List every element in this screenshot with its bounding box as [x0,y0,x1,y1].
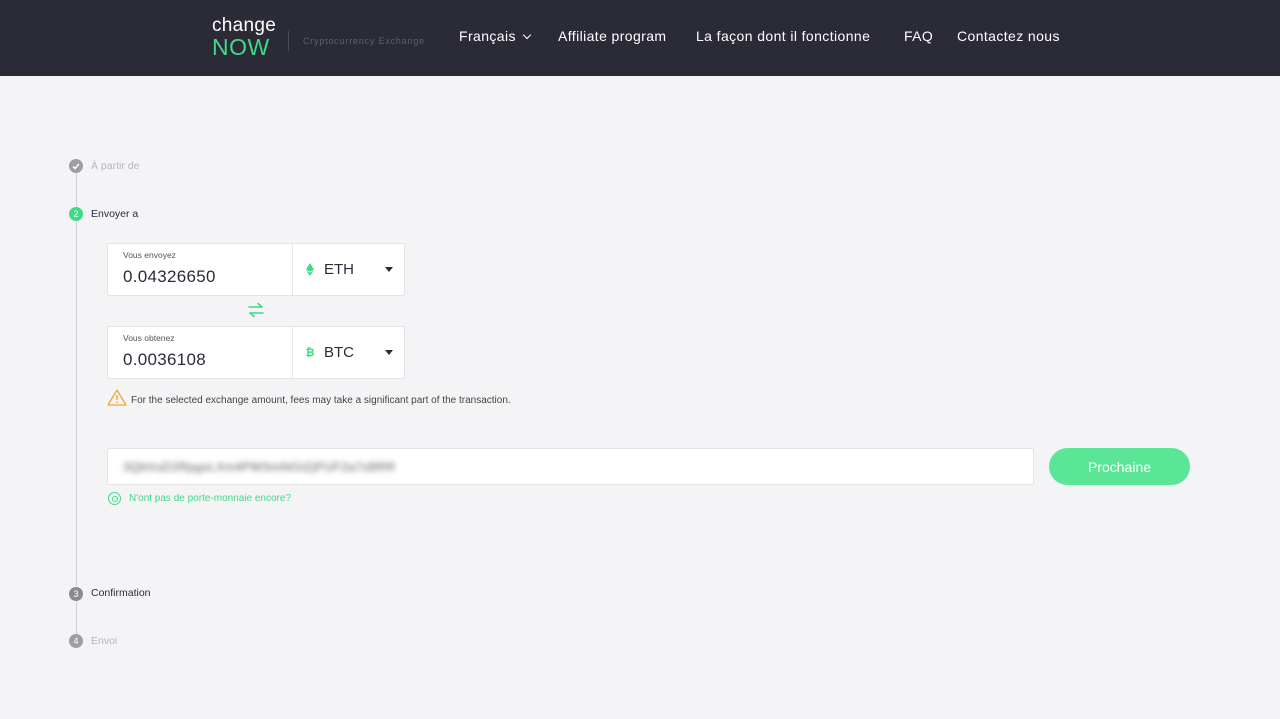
step-connector [76,600,77,634]
caret-down-icon[interactable] [385,267,393,272]
bitcoin-icon: ₿ [305,346,315,359]
warning-triangle-icon [107,389,127,411]
address-value: 3QbVuD2RpgsLXm4PWSmNGtZjPUF2a7zBRR [123,460,396,474]
logo-bottom-text: NOW [212,34,270,60]
send-caption: Vous envoyez [123,250,176,260]
receive-amount-value: 0.0036108 [123,350,207,369]
logo-top-text: change [212,15,277,36]
step-connector [76,173,77,207]
divider [292,327,293,378]
caret-down-icon[interactable] [385,350,393,355]
wallet-icon [108,492,121,505]
receive-currency-select[interactable]: ₿ BTC [304,344,354,361]
ethereum-icon [304,263,316,277]
top-bar: change NOW Cryptocurrency Exchange Franç… [0,0,1280,76]
fee-warning: For the selected exchange amount, fees m… [107,389,511,411]
step-number-2: 2 [69,207,83,221]
no-wallet-link[interactable]: N'ont pas de porte-monnaie encore? [108,492,291,505]
step-label-confirmation: Confirmation [91,587,151,599]
receive-caption: Vous obtenez [123,333,175,343]
send-currency-select[interactable]: ETH [304,261,354,278]
receive-currency-code: BTC [324,344,354,361]
nav-faq[interactable]: FAQ [904,28,933,44]
nav-language[interactable]: Français [459,28,532,44]
chevron-down-icon [522,30,532,39]
next-button[interactable]: Prochaine [1049,448,1190,485]
send-amount-box: Vous envoyez 0.04326650 ETH [107,243,405,296]
nav-contact[interactable]: Contactez nous [957,28,1060,44]
nav-affiliate-program[interactable]: Affiliate program [558,28,666,44]
logo[interactable]: change NOW [212,16,276,59]
step-done-check-icon [69,159,83,173]
step-label-send-to: Envoyer a [91,208,139,220]
divider [292,244,293,295]
send-amount-input[interactable]: 0.04326650 [123,267,216,287]
receive-amount-box: Vous obtenez 0.0036108 ₿ BTC [107,326,405,379]
no-wallet-text: N'ont pas de porte-monnaie encore? [129,493,292,504]
send-currency-code: ETH [324,261,354,278]
step-label-from: À partir de [91,160,140,172]
swap-arrows-icon[interactable] [247,302,265,318]
logo-divider [288,31,289,51]
step-number-4: 4 [69,634,83,648]
logo-tagline: Cryptocurrency Exchange [303,36,425,46]
step-number-3: 3 [69,587,83,601]
warning-text: For the selected exchange amount, fees m… [131,394,511,406]
nav-how-it-works[interactable]: La façon dont il fonctionne [696,28,870,44]
recipient-address-input[interactable]: 3QbVuD2RpgsLXm4PWSmNGtZjPUF2a7zBRR [107,448,1034,485]
nav-language-label: Français [459,28,516,44]
step-connector [76,221,77,586]
step-label-send: Envoi [91,635,118,647]
